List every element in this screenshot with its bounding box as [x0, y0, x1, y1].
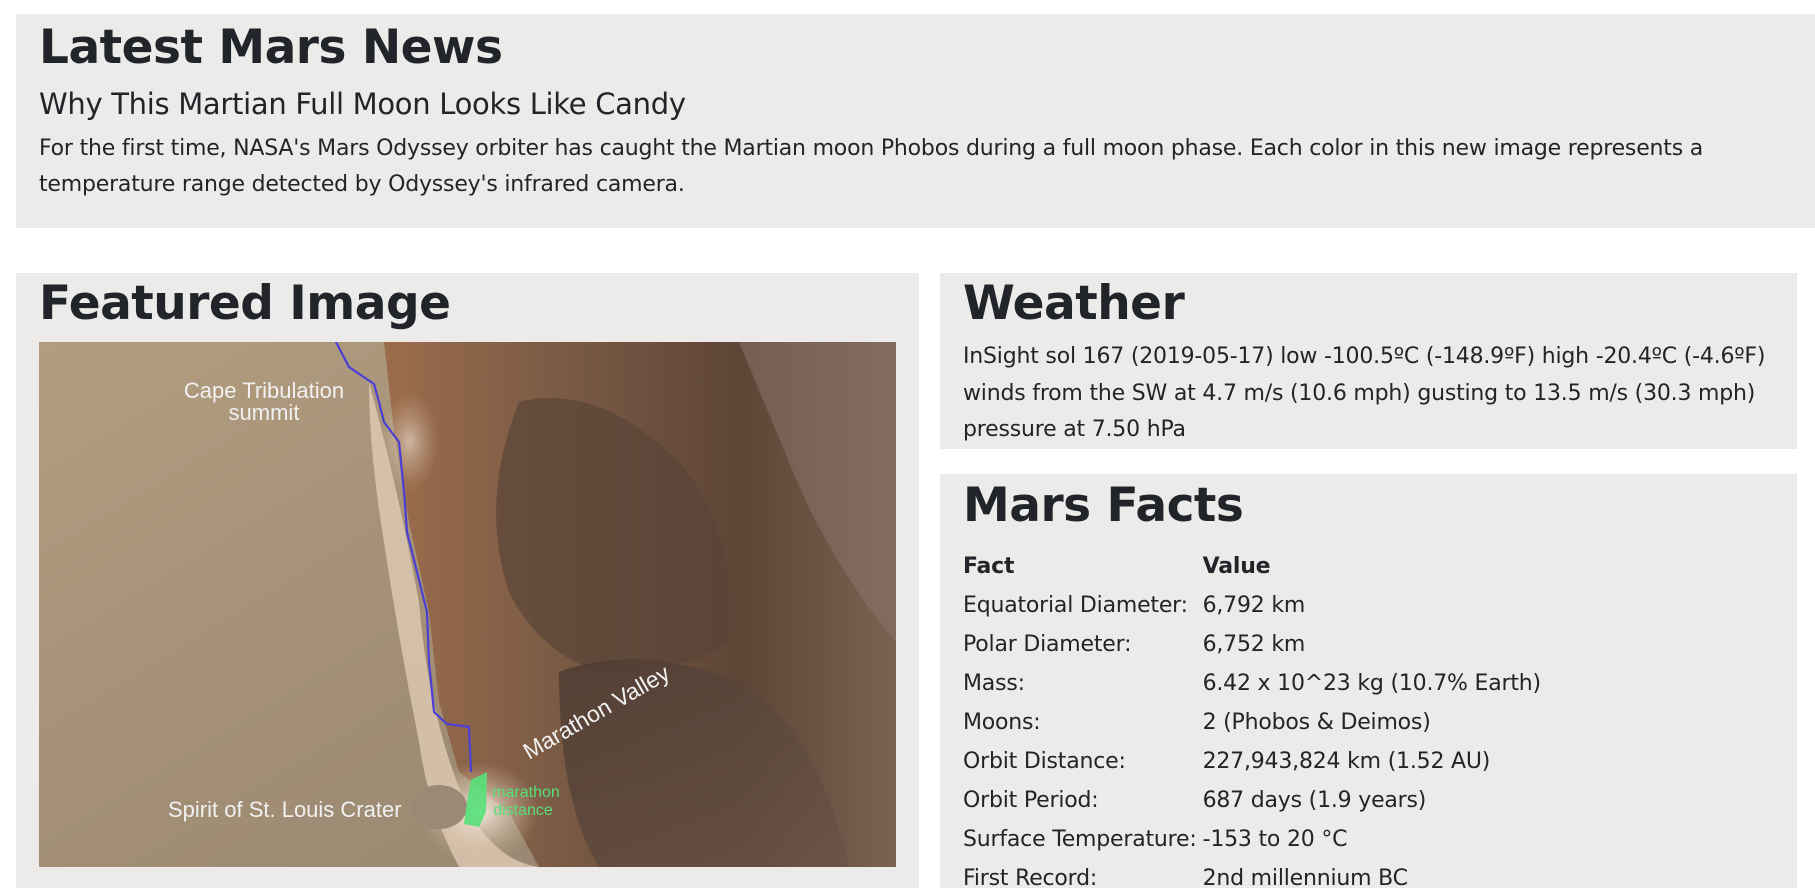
table-row: Polar Diameter: 6,752 km: [961, 625, 1545, 664]
table-row: Mass: 6.42 x 10^23 kg (10.7% Earth): [961, 664, 1545, 703]
weather-panel: Weather InSight sol 167 (2019-05-17) low…: [940, 273, 1797, 449]
weather-line-wind: winds from the SW at 4.7 m/s (10.6 mph) …: [963, 380, 1756, 406]
fact-value: 227,943,824 km (1.52 AU): [1202, 749, 1491, 774]
table-row: Orbit Period: 687 days (1.9 years): [961, 781, 1545, 820]
label-spirit-crater: Spirit of St. Louis Crater: [168, 797, 402, 822]
news-heading: Latest Mars News: [39, 20, 503, 75]
weather-report: InSight sol 167 (2019-05-17) low -100.5º…: [963, 339, 1774, 449]
table-row: Surface Temperature: -153 to 20 °C: [961, 820, 1545, 859]
label-marathon: marathon: [492, 784, 560, 801]
mars-facts-panel: Mars Facts Fact Value Equatorial Diamete…: [940, 474, 1797, 888]
fact-value: 6,752 km: [1202, 632, 1306, 657]
table-row: Equatorial Diameter: 6,792 km: [961, 586, 1545, 625]
featured-image-panel: Featured Image Cape Tribulation summit M…: [16, 273, 919, 888]
fact-label: Surface Temperature:: [963, 827, 1197, 852]
fact-label: Equatorial Diameter:: [963, 593, 1188, 618]
fact-value: -153 to 20 °C: [1202, 827, 1348, 852]
label-distance: distance: [493, 802, 553, 819]
mars-facts-heading: Mars Facts: [963, 478, 1244, 533]
fact-label: Orbit Distance:: [963, 749, 1126, 774]
fact-label: Mass:: [963, 671, 1025, 696]
news-title[interactable]: Why This Martian Full Moon Looks Like Ca…: [39, 87, 1792, 121]
table-row: Orbit Distance: 227,943,824 km (1.52 AU): [961, 742, 1545, 781]
news-teaser: For the first time, NASA's Mars Odyssey …: [39, 136, 1704, 197]
weather-line-temperature: InSight sol 167 (2019-05-17) low -100.5º…: [963, 344, 1766, 369]
fact-value: 2 (Phobos & Deimos): [1202, 710, 1431, 735]
label-summit: summit: [229, 400, 300, 425]
fact-value: 687 days (1.9 years): [1202, 788, 1427, 813]
weather-line-pressure: pressure at 7.50 hPa: [963, 417, 1186, 442]
column-header-value: Value: [1202, 554, 1271, 579]
table-header-row: Fact Value: [961, 547, 1545, 586]
featured-image-heading: Featured Image: [39, 276, 451, 331]
fact-label: Orbit Period:: [963, 788, 1099, 813]
fact-value: 6.42 x 10^23 kg (10.7% Earth): [1202, 671, 1542, 696]
weather-heading: Weather: [963, 276, 1185, 331]
mars-facts-table: Fact Value Equatorial Diameter: 6,792 km…: [961, 547, 1545, 888]
fact-value: 2nd millennium BC: [1202, 866, 1408, 888]
fact-label: Moons:: [963, 710, 1041, 735]
table-row: First Record: 2nd millennium BC: [961, 859, 1545, 888]
featured-mars-image[interactable]: Cape Tribulation summit Marathon Valley …: [39, 342, 896, 867]
fact-label: First Record:: [963, 866, 1098, 888]
fact-value: 6,792 km: [1202, 593, 1306, 618]
table-row: Moons: 2 (Phobos & Deimos): [961, 703, 1545, 742]
news-panel: Latest Mars News Why This Martian Full M…: [16, 14, 1815, 228]
column-header-fact: Fact: [963, 554, 1015, 579]
fact-label: Polar Diameter:: [963, 632, 1132, 657]
